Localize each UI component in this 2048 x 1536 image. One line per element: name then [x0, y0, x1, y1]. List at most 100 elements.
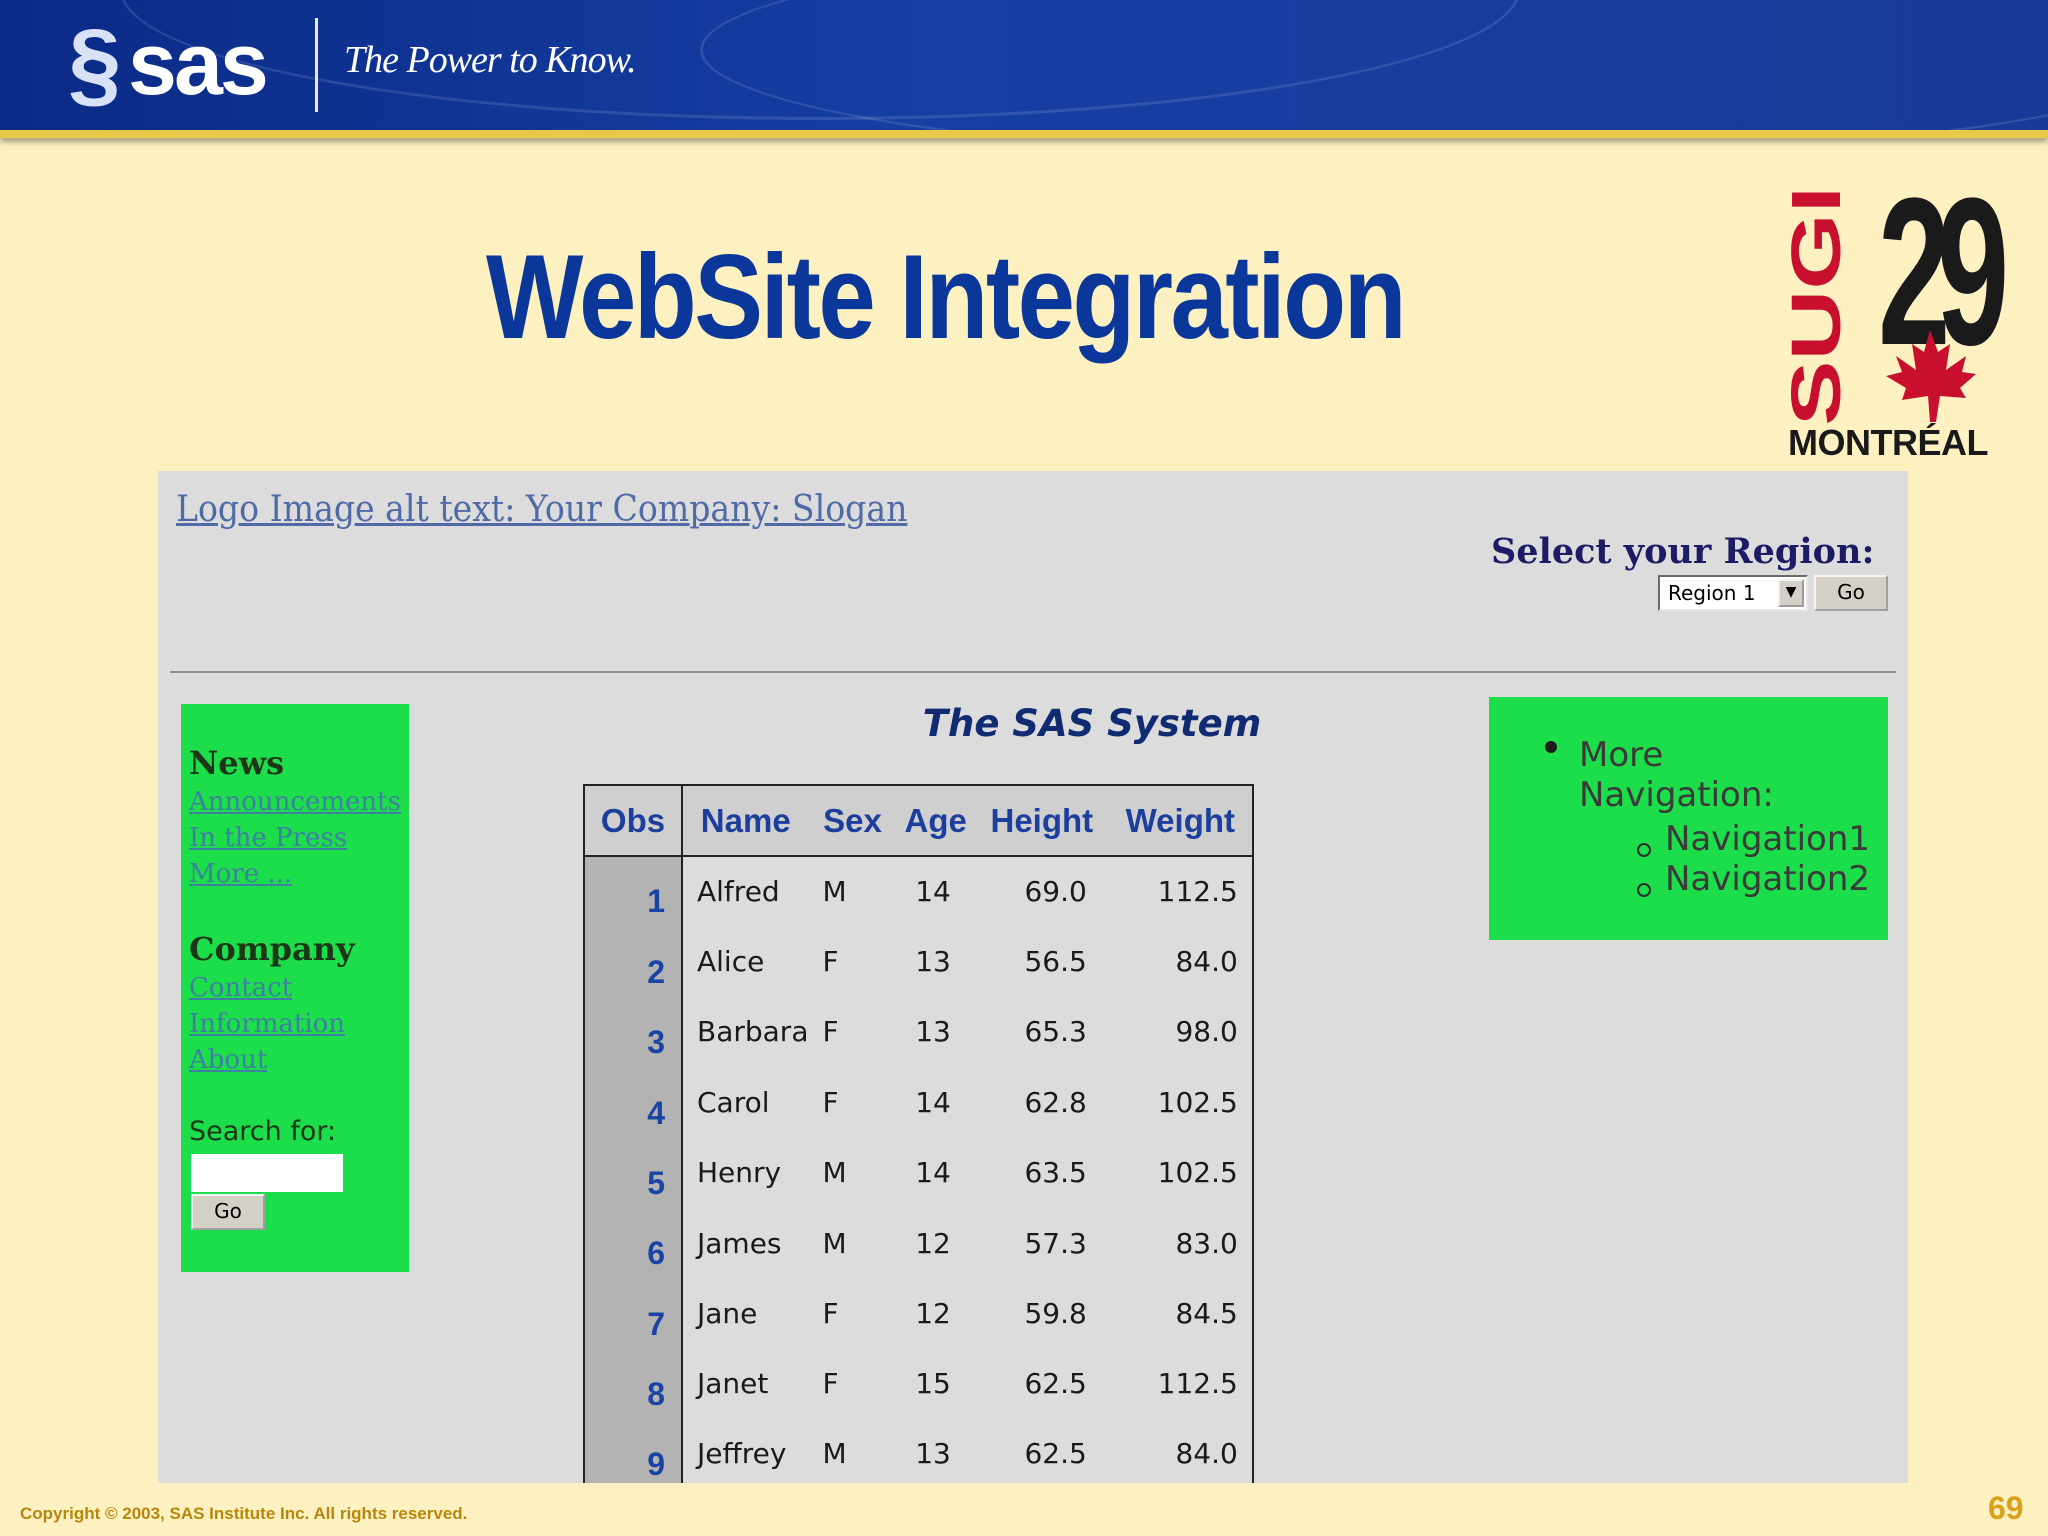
copyright-notice: Copyright © 2003, SAS Institute Inc. All… — [20, 1504, 468, 1523]
column-header-age: Age — [896, 785, 975, 857]
cell-name: James — [682, 1207, 809, 1279]
table-row: 6 James M 12 57.3 83.0 — [584, 1207, 1253, 1279]
table-row: 5 Henry M 14 63.5 102.5 — [584, 1137, 1253, 1208]
cell-name: Barbara — [682, 996, 809, 1068]
cell-height: 62.5 — [974, 1419, 1109, 1483]
cell-height: 69.0 — [974, 856, 1109, 927]
cell-weight: 84.5 — [1108, 1278, 1253, 1349]
cell-weight: 102.5 — [1108, 1137, 1253, 1208]
cell-height: 56.5 — [974, 926, 1109, 997]
nav-link-announcements[interactable]: Announcements — [189, 787, 401, 817]
column-header-weight: Weight — [1108, 785, 1253, 857]
column-header-name: Name — [682, 785, 809, 857]
cell-name: Janet — [682, 1348, 809, 1420]
header-band: § sas The Power to Know. — [0, 0, 2048, 130]
cell-sex: M — [808, 1207, 897, 1279]
table-row: 3 Barbara F 13 65.3 98.0 — [584, 996, 1253, 1068]
page-number: 69 — [1988, 1490, 2024, 1526]
sas-swirl-icon: § — [68, 10, 122, 117]
cell-age: 13 — [896, 996, 975, 1068]
cell-obs: 3 — [584, 996, 683, 1068]
cell-sex: F — [808, 926, 897, 997]
cell-obs: 2 — [584, 926, 683, 997]
circle-bullet-icon — [1637, 883, 1651, 897]
cell-age: 13 — [896, 926, 975, 997]
cell-age: 15 — [896, 1348, 975, 1420]
sugi-label: SUGI — [1788, 186, 1848, 426]
nav-link-about[interactable]: About — [189, 1045, 267, 1075]
right-nav: More Navigation: Navigation1 Navigation2 — [1489, 697, 1888, 940]
cell-age: 14 — [896, 856, 975, 927]
search-go-button[interactable]: Go — [191, 1194, 265, 1230]
cell-obs: 7 — [584, 1278, 683, 1349]
cell-height: 57.3 — [974, 1207, 1109, 1279]
cell-height: 63.5 — [974, 1137, 1109, 1208]
sugi-wordmark: SUGI — [1788, 186, 1848, 426]
cell-age: 13 — [896, 1419, 975, 1483]
cell-weight: 102.5 — [1108, 1067, 1253, 1138]
cell-weight: 98.0 — [1108, 996, 1253, 1068]
cell-weight: 83.0 — [1108, 1207, 1253, 1279]
logo-alt-text-link[interactable]: Logo Image alt text: Your Company: Sloga… — [176, 489, 907, 530]
chevron-down-icon[interactable]: ▼ — [1778, 579, 1804, 607]
cell-age: 14 — [896, 1137, 975, 1208]
right-nav-item-navigation1[interactable]: Navigation1 — [1665, 819, 1870, 859]
nav-link-contact[interactable]: Contact — [189, 973, 292, 1003]
cell-name: Alfred — [682, 856, 809, 927]
sugi-city: MONTRÉAL — [1788, 422, 1988, 463]
cell-age: 12 — [896, 1207, 975, 1279]
cell-age: 12 — [896, 1278, 975, 1349]
cell-age: 14 — [896, 1067, 975, 1138]
cell-weight: 84.0 — [1108, 1419, 1253, 1483]
cell-obs: 4 — [584, 1067, 683, 1138]
column-header-obs: Obs — [584, 785, 683, 857]
search-input[interactable] — [191, 1154, 343, 1192]
cell-sex: M — [808, 856, 897, 927]
nav-heading-news: News — [189, 744, 285, 782]
logo-divider — [315, 18, 318, 112]
cell-obs: 1 — [584, 856, 683, 927]
cell-height: 65.3 — [974, 996, 1109, 1068]
nav-link-information[interactable]: Information — [189, 1009, 345, 1039]
table-row: 1 Alfred M 14 69.0 112.5 — [584, 856, 1253, 927]
table-row: 9 Jeffrey M 13 62.5 84.0 — [584, 1419, 1253, 1483]
circle-bullet-icon — [1637, 843, 1651, 857]
report-table: Obs Name Sex Age Height Weight 1 Alfred … — [583, 784, 1254, 1483]
cell-name: Alice — [682, 926, 809, 997]
cell-obs: 9 — [584, 1419, 683, 1483]
right-nav-item-more-navigation: More Navigation: — [1579, 735, 1774, 815]
sas-logo: § sas — [68, 10, 269, 117]
cell-height: 62.5 — [974, 1348, 1109, 1420]
header-swoosh — [700, 0, 2048, 130]
horizontal-divider — [170, 671, 1896, 673]
cell-sex: F — [808, 1278, 897, 1349]
region-label: Select your Region: — [1491, 531, 1875, 572]
cell-obs: 6 — [584, 1207, 683, 1279]
search-label: Search for: — [189, 1116, 337, 1147]
cell-name: Henry — [682, 1137, 809, 1208]
table-row: 4 Carol F 14 62.8 102.5 — [584, 1067, 1253, 1138]
sas-wordmark: sas — [128, 14, 269, 113]
cell-sex: M — [808, 1137, 897, 1208]
cell-obs: 8 — [584, 1348, 683, 1420]
nav-link-more[interactable]: More ... — [189, 859, 292, 889]
cell-sex: F — [808, 996, 897, 1068]
cell-obs: 5 — [584, 1137, 683, 1208]
table-row: 7 Jane F 12 59.8 84.5 — [584, 1278, 1253, 1349]
cell-name: Jeffrey — [682, 1419, 809, 1483]
region-select[interactable]: Region 1 ▼ — [1658, 575, 1808, 611]
table-row: 2 Alice F 13 56.5 84.0 — [584, 926, 1253, 997]
bullet-icon — [1545, 741, 1557, 753]
region-go-button[interactable]: Go — [1814, 575, 1888, 611]
table-header-row: Obs Name Sex Age Height Weight — [584, 785, 1253, 857]
cell-height: 59.8 — [974, 1278, 1109, 1349]
right-nav-item-navigation2[interactable]: Navigation2 — [1665, 859, 1870, 899]
cell-sex: F — [808, 1348, 897, 1420]
cell-name: Carol — [682, 1067, 809, 1138]
nav-heading-company: Company — [189, 930, 355, 968]
website-screenshot: Logo Image alt text: Your Company: Sloga… — [158, 471, 1908, 1483]
nav-link-in-the-press[interactable]: In the Press — [189, 823, 347, 853]
header-rule — [0, 130, 2048, 138]
left-nav: News Announcements In the Press More ...… — [181, 704, 409, 1272]
sugi-29-logo: SUGI 29 MONTRÉAL — [1780, 162, 2009, 466]
